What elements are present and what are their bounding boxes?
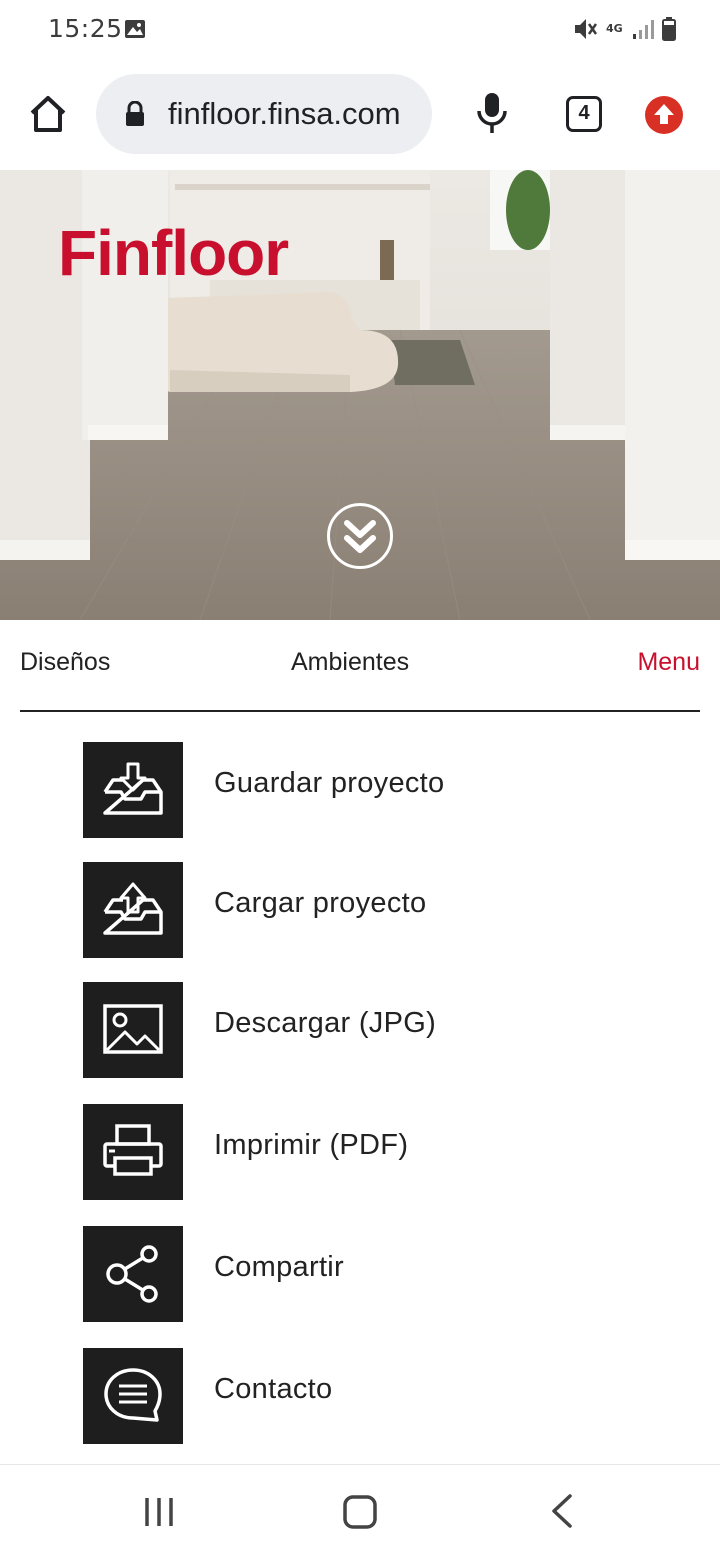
menu-item-cargar-proyecto[interactable]: Cargar proyecto: [83, 862, 643, 958]
tab-ambientes[interactable]: Ambientes: [291, 648, 409, 677]
menu-item-label: Imprimir (PDF): [214, 1129, 409, 1161]
chat-bubble-icon: [104, 1368, 162, 1422]
network-type: 4G: [606, 22, 623, 35]
lock-icon[interactable]: [124, 101, 146, 127]
update-button[interactable]: [645, 96, 683, 134]
menu-icon-box: [83, 1226, 183, 1322]
recent-apps-icon[interactable]: [143, 1495, 177, 1529]
menu-item-label: Guardar proyecto: [214, 767, 445, 799]
double-chevron-down-icon: [344, 520, 376, 553]
menu-item-label: Compartir: [214, 1251, 344, 1283]
image-icon: [125, 20, 145, 38]
menu-item-descargar-jpg[interactable]: Descargar (JPG): [83, 982, 643, 1078]
menu-item-label: Contacto: [214, 1373, 333, 1405]
tray-upload-icon: [103, 882, 163, 935]
menu-icon-box: [83, 862, 183, 958]
browser-toolbar: finfloor.finsa.com 4: [0, 60, 720, 170]
share-icon: [106, 1245, 158, 1303]
menu-item-imprimir-pdf[interactable]: Imprimir (PDF): [83, 1104, 643, 1200]
battery-icon: [662, 17, 676, 41]
printer-icon: [103, 1124, 163, 1176]
update-icon: [654, 104, 674, 124]
menu-item-contacto[interactable]: Contacto: [83, 1348, 643, 1444]
tab-disenos[interactable]: Diseños: [20, 648, 110, 677]
menu-item-compartir[interactable]: Compartir: [83, 1226, 643, 1322]
tray-download-icon: [103, 762, 163, 815]
signal-icon: [633, 20, 654, 39]
menu-icon-box: [83, 1348, 183, 1444]
url-text[interactable]: finfloor.finsa.com: [168, 96, 401, 132]
mic-icon[interactable]: [472, 90, 512, 136]
tab-menu[interactable]: Menu: [637, 648, 700, 677]
brand-logo: Finfloor: [58, 217, 289, 289]
back-icon[interactable]: [548, 1493, 576, 1529]
menu-item-label: Descargar (JPG): [214, 1007, 437, 1039]
tab-switcher-button[interactable]: 4: [566, 96, 602, 132]
address-bar[interactable]: finfloor.finsa.com: [96, 74, 432, 154]
system-nav-bar: [0, 1464, 720, 1560]
image-icon: [103, 1004, 163, 1054]
home-icon[interactable]: [26, 92, 70, 136]
section-tabs: Diseños Ambientes Menu: [20, 620, 700, 712]
home-nav-icon[interactable]: [342, 1494, 378, 1530]
status-bar: 15:25 4G: [0, 0, 720, 60]
hero-image: Finfloor: [0, 170, 720, 620]
menu-item-guardar-proyecto[interactable]: Guardar proyecto: [83, 742, 643, 838]
mute-icon: [575, 19, 598, 39]
status-icons: 4G: [572, 16, 676, 42]
menu-icon-box: [83, 982, 183, 1078]
menu-icon-box: [83, 1104, 183, 1200]
scroll-down-button[interactable]: [327, 503, 393, 569]
status-time: 15:25: [48, 14, 123, 43]
menu-item-label: Cargar proyecto: [214, 887, 427, 919]
menu-icon-box: [83, 742, 183, 838]
